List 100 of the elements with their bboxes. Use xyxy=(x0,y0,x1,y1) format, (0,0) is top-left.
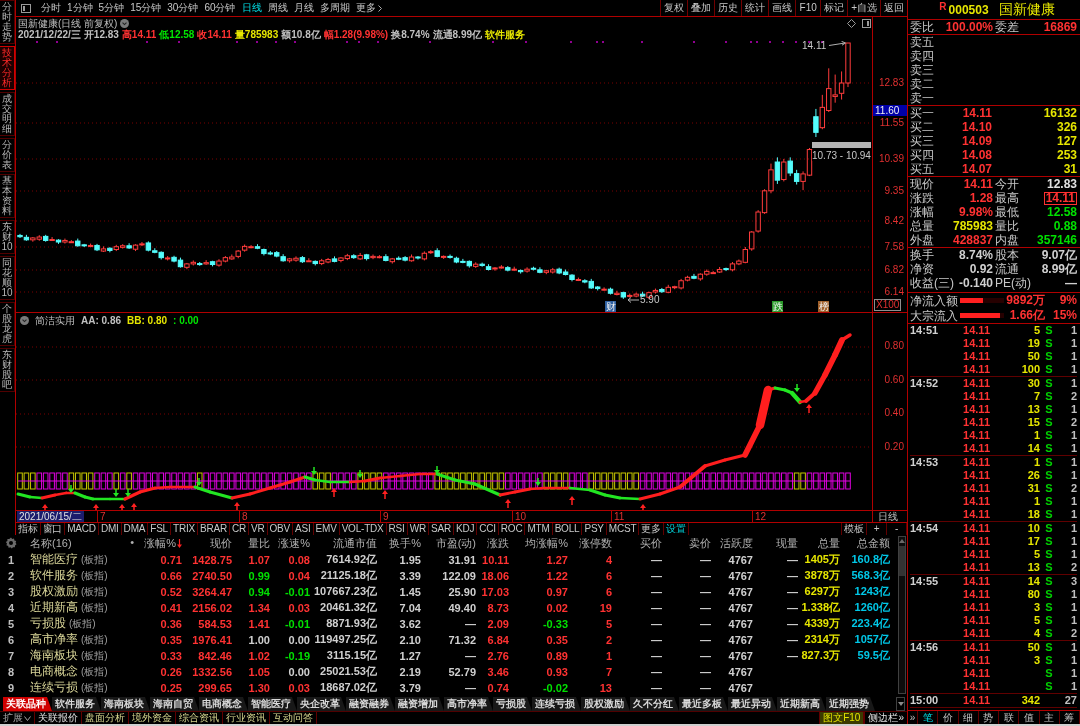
sector-tab[interactable]: 股权激励 xyxy=(581,697,630,711)
column-header[interactable]: 名称(16) xyxy=(30,535,72,551)
scale-label[interactable]: X100 xyxy=(874,299,902,311)
sector-tab[interactable]: 电商概念 xyxy=(199,697,248,711)
indicator-tab[interactable]: CR xyxy=(229,523,249,535)
column-header[interactable]: 流通市值 xyxy=(333,535,377,551)
panel-button[interactable]: 侧边栏» xyxy=(864,712,907,724)
sector-name[interactable]: 高市净率 xyxy=(30,631,78,648)
column-header[interactable]: 市盈(动) xyxy=(435,535,476,551)
side-tab[interactable]: 东财股吧 xyxy=(0,348,15,392)
info-tab[interactable]: 互动问答 xyxy=(270,712,317,724)
indicator-tab[interactable]: ROC xyxy=(498,523,526,535)
sector-tab[interactable]: 融资融券 xyxy=(346,697,395,711)
toolbar-button[interactable]: 复权 xyxy=(660,0,688,16)
sector-tab[interactable]: 最近异动 xyxy=(728,697,777,711)
scroll-up-icon[interactable] xyxy=(899,539,905,543)
sector-tab[interactable]: 近期强势 xyxy=(826,697,875,711)
column-header[interactable]: • xyxy=(130,535,134,551)
detail-tab[interactable]: 值 xyxy=(1019,711,1040,724)
sector-tab[interactable]: 海南自贸 xyxy=(150,697,199,711)
toolbar-button[interactable]: +自选 xyxy=(847,0,880,16)
panel-button[interactable]: 图文F10 xyxy=(819,712,865,724)
indicator-tab[interactable]: TRIX xyxy=(171,523,198,535)
indicator-tab[interactable]: WR xyxy=(407,523,429,535)
sector-name[interactable]: 海南板块 xyxy=(30,647,78,664)
side-tab[interactable]: 基本资料 xyxy=(0,174,15,218)
indicator-tab[interactable]: MCST xyxy=(606,523,640,535)
indicator-tab[interactable]: KDJ xyxy=(453,523,478,535)
indicator-tab[interactable]: PSY xyxy=(582,523,607,535)
scroll-thumb[interactable] xyxy=(899,546,905,576)
period-tab[interactable]: 日线 xyxy=(239,0,264,16)
indicator-tab[interactable]: EMV xyxy=(313,523,340,535)
sector-name[interactable]: 智能医疗 xyxy=(30,551,78,568)
expand-button[interactable]: » xyxy=(908,711,918,724)
period-tab[interactable]: 60分钟 xyxy=(202,0,238,16)
sector-tab[interactable]: 近期新高 xyxy=(777,697,826,711)
indicator-tab[interactable]: FSL xyxy=(148,523,171,535)
column-header[interactable]: 换手% xyxy=(389,535,421,551)
period-tab[interactable]: 周线 xyxy=(265,0,290,16)
sector-tab[interactable]: 高市净率 xyxy=(444,697,493,711)
zoom-out-button[interactable]: - xyxy=(887,523,907,535)
toolbar-button[interactable]: 统计 xyxy=(741,0,769,16)
indicator-tab[interactable]: MTM xyxy=(525,523,553,535)
column-header[interactable]: 卖价 xyxy=(689,535,711,551)
side-tab[interactable]: 同花顺10 xyxy=(0,256,15,300)
indicator-tab[interactable]: BOLL xyxy=(552,523,583,535)
toolbar-button[interactable]: 历史 xyxy=(714,0,742,16)
more-button[interactable]: 更多 xyxy=(353,0,384,16)
sector-name[interactable]: 软件服务 xyxy=(30,567,78,584)
sector-tab[interactable]: 亏损股 xyxy=(493,697,532,711)
sector-tab[interactable]: 最近多板 xyxy=(679,697,728,711)
sidebar-toggle-icon[interactable] xyxy=(21,3,31,13)
column-header[interactable]: 总金额 xyxy=(857,535,890,551)
side-tab[interactable]: 分价表 xyxy=(0,138,15,172)
info-tab[interactable]: 境外资金 xyxy=(129,712,176,724)
column-header[interactable]: 涨停数 xyxy=(579,535,612,551)
sector-tab[interactable]: 关联品种 xyxy=(3,697,52,711)
column-header[interactable]: 买价 xyxy=(640,535,662,551)
more-tab[interactable]: 更多 xyxy=(639,523,664,535)
sector-tab[interactable]: 央企改革 xyxy=(297,697,346,711)
detail-tab[interactable]: 联 xyxy=(999,711,1020,724)
sector-tab[interactable]: 软件服务 xyxy=(52,697,101,711)
column-header[interactable]: 现价 xyxy=(210,535,232,551)
toolbar-button[interactable]: 标记 xyxy=(820,0,848,16)
sector-tab[interactable]: 久不分红 xyxy=(630,697,679,711)
info-tab[interactable]: 综合资讯 xyxy=(176,712,223,724)
sector-tab[interactable]: 融资增加 xyxy=(395,697,444,711)
detail-tab[interactable]: 笔 xyxy=(918,711,939,724)
detail-tab[interactable]: 势 xyxy=(978,711,999,724)
period-tab[interactable]: 多周期 xyxy=(317,0,352,16)
detail-tab[interactable]: 筹 xyxy=(1059,711,1080,724)
indicator-tab[interactable]: DMI xyxy=(98,523,122,535)
indicator-tab[interactable]: VOL-TDX xyxy=(339,523,387,535)
toolbar-button[interactable]: 返回 xyxy=(880,0,907,16)
column-header[interactable]: 现量 xyxy=(776,535,798,551)
indicator-tab[interactable]: VR xyxy=(249,523,268,535)
side-tab[interactable]: 个股龙虎 xyxy=(0,302,15,346)
column-header[interactable]: 涨跌 xyxy=(487,535,509,551)
period-tab[interactable]: 月线 xyxy=(291,0,316,16)
column-header[interactable]: 量比 xyxy=(248,535,270,551)
detail-tab[interactable]: 细 xyxy=(958,711,979,724)
column-header[interactable]: 活跃度 xyxy=(720,535,753,551)
template-button[interactable]: 模板 xyxy=(841,523,867,535)
column-header[interactable]: 涨速% xyxy=(278,535,310,551)
column-header[interactable]: 涨幅% xyxy=(144,535,182,551)
side-tab[interactable]: 成交明细 xyxy=(0,92,15,136)
sector-name[interactable]: 近期新高 xyxy=(30,599,78,616)
detail-tab[interactable]: 价 xyxy=(938,711,959,724)
toolbar-button[interactable]: F10 xyxy=(795,0,821,16)
scrollbar[interactable] xyxy=(898,536,906,694)
info-tab[interactable]: 关联报价 xyxy=(35,712,82,724)
period-tab[interactable]: 5分钟 xyxy=(96,0,127,16)
expand-menu[interactable]: 扩展 xyxy=(0,712,35,724)
sector-name[interactable]: 电商概念 xyxy=(30,663,78,680)
info-tab[interactable]: 行业资讯 xyxy=(223,712,270,724)
indicator-tab[interactable]: BRAR xyxy=(197,523,230,535)
dropdown-icon[interactable] xyxy=(20,316,29,325)
column-header[interactable]: 均涨幅% xyxy=(525,535,568,551)
side-tab[interactable]: 技术分析 xyxy=(0,46,15,90)
indicator-tab[interactable]: SAR xyxy=(428,523,454,535)
